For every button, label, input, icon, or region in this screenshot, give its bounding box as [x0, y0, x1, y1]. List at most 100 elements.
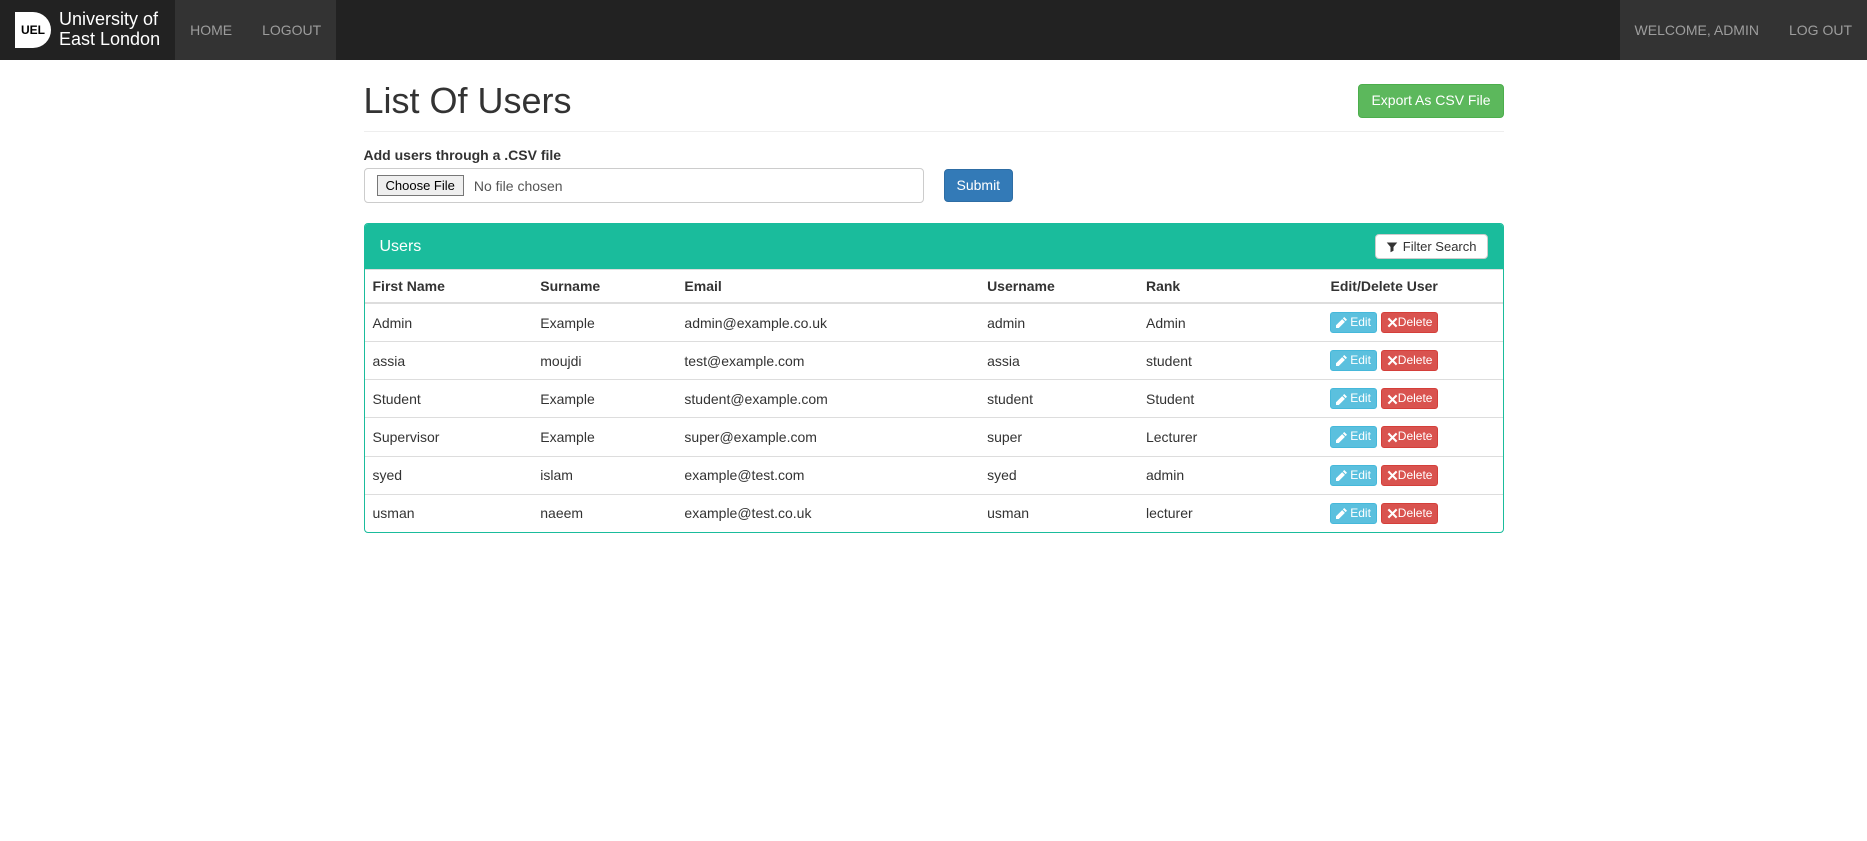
cell-email: example@test.co.uk	[676, 494, 979, 532]
cell-rank: Admin	[1138, 303, 1266, 342]
edit-button[interactable]: Edit	[1330, 350, 1377, 371]
users-panel: Users Filter Search First Name Surname E…	[364, 223, 1504, 533]
export-csv-button[interactable]: Export As CSV File	[1358, 84, 1503, 118]
edit-icon	[1336, 317, 1347, 328]
panel-heading: Users Filter Search	[365, 224, 1503, 269]
navbar: UEL University of East London HOME LOGOU…	[0, 0, 1867, 60]
filter-search-button[interactable]: Filter Search	[1375, 234, 1488, 259]
edit-icon	[1336, 508, 1347, 519]
cell-surname: Example	[532, 418, 676, 456]
nav-welcome[interactable]: WELCOME, ADMIN	[1620, 0, 1774, 60]
edit-button[interactable]: Edit	[1330, 312, 1377, 333]
th-actions: Edit/Delete User	[1266, 270, 1503, 304]
table-row: syedislamexample@test.comsyedadmin Edit …	[365, 456, 1503, 494]
page-title: List Of Users	[364, 80, 572, 122]
close-icon	[1387, 470, 1398, 481]
navbar-brand[interactable]: UEL University of East London	[0, 0, 175, 60]
cell-actions: Edit Delete	[1266, 418, 1503, 456]
cell-username: syed	[979, 456, 1138, 494]
brand-line1: University of	[59, 10, 160, 30]
delete-button[interactable]: Delete	[1381, 426, 1439, 447]
cell-first-name: usman	[365, 494, 533, 532]
upload-label: Add users through a .CSV file	[364, 147, 1504, 163]
cell-first-name: Admin	[365, 303, 533, 342]
brand-text: University of East London	[59, 10, 160, 50]
cell-actions: Edit Delete	[1266, 380, 1503, 418]
edit-button[interactable]: Edit	[1330, 426, 1377, 447]
cell-username: usman	[979, 494, 1138, 532]
users-table: First Name Surname Email Username Rank E…	[365, 269, 1503, 532]
cell-first-name: Supervisor	[365, 418, 533, 456]
cell-first-name: assia	[365, 342, 533, 380]
cell-surname: naeem	[532, 494, 676, 532]
cell-rank: lecturer	[1138, 494, 1266, 532]
filter-label: Filter Search	[1403, 239, 1477, 254]
cell-email: example@test.com	[676, 456, 979, 494]
cell-first-name: Student	[365, 380, 533, 418]
submit-button[interactable]: Submit	[944, 169, 1014, 203]
delete-button[interactable]: Delete	[1381, 465, 1439, 486]
cell-surname: islam	[532, 456, 676, 494]
th-email: Email	[676, 270, 979, 304]
cell-actions: Edit Delete	[1266, 456, 1503, 494]
table-row: AdminExampleadmin@example.co.ukadminAdmi…	[365, 303, 1503, 342]
cell-actions: Edit Delete	[1266, 303, 1503, 342]
file-placeholder-text: No file chosen	[474, 178, 563, 194]
cell-email: admin@example.co.uk	[676, 303, 979, 342]
th-username: Username	[979, 270, 1138, 304]
delete-button[interactable]: Delete	[1381, 350, 1439, 371]
edit-icon	[1336, 394, 1347, 405]
cell-actions: Edit Delete	[1266, 494, 1503, 532]
edit-icon	[1336, 355, 1347, 366]
table-row: assiamoujditest@example.comassiastudent …	[365, 342, 1503, 380]
cell-rank: Student	[1138, 380, 1266, 418]
panel-title: Users	[380, 238, 422, 256]
edit-button[interactable]: Edit	[1330, 465, 1377, 486]
close-icon	[1387, 432, 1398, 443]
cell-username: assia	[979, 342, 1138, 380]
cell-actions: Edit Delete	[1266, 342, 1503, 380]
close-icon	[1387, 317, 1398, 328]
th-first-name: First Name	[365, 270, 533, 304]
cell-surname: Example	[532, 380, 676, 418]
nav-logout[interactable]: LOGOUT	[247, 0, 336, 60]
edit-icon	[1336, 470, 1347, 481]
cell-surname: moujdi	[532, 342, 676, 380]
cell-email: test@example.com	[676, 342, 979, 380]
close-icon	[1387, 394, 1398, 405]
file-input[interactable]: Choose File No file chosen	[364, 168, 924, 203]
th-rank: Rank	[1138, 270, 1266, 304]
cell-first-name: syed	[365, 456, 533, 494]
uel-logo-icon: UEL	[15, 12, 51, 48]
cell-username: admin	[979, 303, 1138, 342]
cell-rank: student	[1138, 342, 1266, 380]
delete-button[interactable]: Delete	[1381, 388, 1439, 409]
cell-surname: Example	[532, 303, 676, 342]
edit-button[interactable]: Edit	[1330, 503, 1377, 524]
nav-home[interactable]: HOME	[175, 0, 247, 60]
cell-username: student	[979, 380, 1138, 418]
delete-button[interactable]: Delete	[1381, 503, 1439, 524]
nav-logout-right[interactable]: LOG OUT	[1774, 0, 1867, 60]
cell-rank: admin	[1138, 456, 1266, 494]
delete-button[interactable]: Delete	[1381, 312, 1439, 333]
page-header: List Of Users Export As CSV File	[364, 80, 1504, 132]
edit-icon	[1336, 432, 1347, 443]
choose-file-button[interactable]: Choose File	[377, 175, 464, 196]
upload-form: Add users through a .CSV file Choose Fil…	[364, 147, 1504, 203]
close-icon	[1387, 508, 1398, 519]
filter-icon	[1386, 241, 1398, 253]
table-row: SupervisorExamplesuper@example.comsuperL…	[365, 418, 1503, 456]
nav-links-right: WELCOME, ADMIN LOG OUT	[1620, 0, 1867, 60]
edit-button[interactable]: Edit	[1330, 388, 1377, 409]
th-surname: Surname	[532, 270, 676, 304]
cell-email: super@example.com	[676, 418, 979, 456]
close-icon	[1387, 355, 1398, 366]
cell-email: student@example.com	[676, 380, 979, 418]
cell-rank: Lecturer	[1138, 418, 1266, 456]
table-row: StudentExamplestudent@example.comstudent…	[365, 380, 1503, 418]
cell-username: super	[979, 418, 1138, 456]
brand-line2: East London	[59, 30, 160, 50]
nav-links-left: HOME LOGOUT	[175, 0, 336, 60]
table-row: usmannaeemexample@test.co.ukusmanlecture…	[365, 494, 1503, 532]
